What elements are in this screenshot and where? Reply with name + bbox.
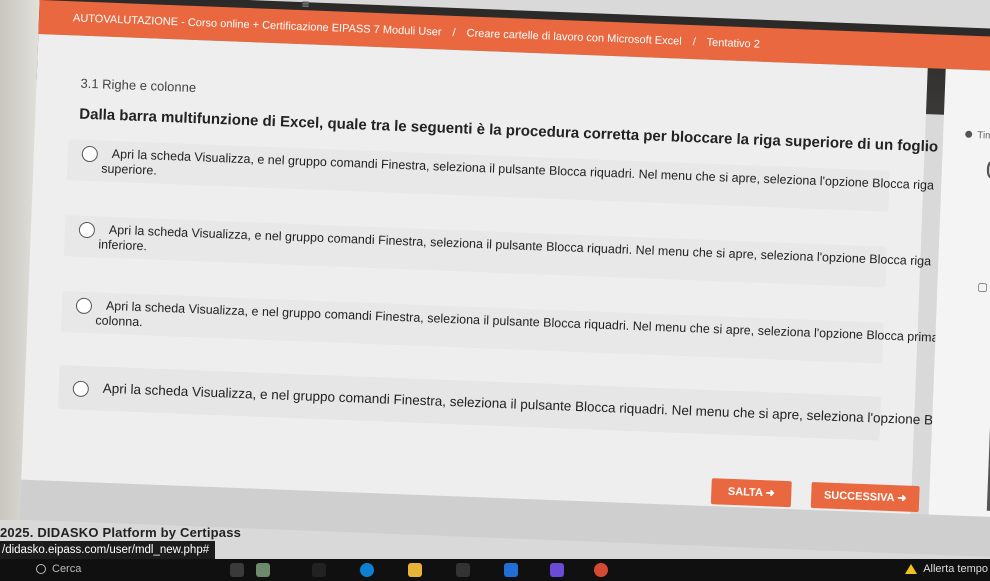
page-widget[interactable]: ▢ W <box>977 280 990 294</box>
edge-browser-icon[interactable] <box>360 563 374 577</box>
answer-option-4[interactable]: Apri la scheda Visualizza, e nel gruppo … <box>58 365 990 441</box>
breadcrumb-activity[interactable]: Creare cartelle di lavoro con Microsoft … <box>466 27 682 47</box>
arrow-right-icon: ➜ <box>765 487 775 500</box>
answer-option-2[interactable]: Apri la scheda Visualizza, e nel gruppo … <box>63 215 931 288</box>
breadcrumb-course[interactable]: AUTOVALUTAZIONE - Corso online + Certifi… <box>73 12 442 38</box>
skip-label: SALTA <box>727 485 763 500</box>
chrome-icon[interactable] <box>594 563 608 577</box>
search-icon <box>36 564 46 575</box>
taskbar-search[interactable]: Cerca <box>36 563 81 575</box>
answer-option-1[interactable]: Apri la scheda Visualizza, e nel gruppo … <box>66 139 934 212</box>
status-url: /didasko.eipass.com/user/mdl_new.php# <box>0 541 216 559</box>
radio-button[interactable] <box>81 145 99 163</box>
taskbar-alert-text: Allerta tempo <box>923 563 988 575</box>
timer-label-text: Timer ses <box>976 130 990 143</box>
skip-button[interactable]: SALTA ➜ <box>710 478 792 508</box>
breadcrumb-attempt: Tentativo 2 <box>706 36 761 51</box>
browser-page: ≡ AUTOVALUTAZIONE - Corso online + Certi… <box>19 0 990 558</box>
timer-value: 0 <box>985 154 990 185</box>
next-button[interactable]: SUCCESSIVA ➜ <box>810 481 920 513</box>
page-icon: ▢ <box>977 281 988 294</box>
weather-icon[interactable] <box>256 563 270 577</box>
taskbar-search-label: Cerca <box>52 563 82 575</box>
section-title: 3.1 Righe e colonne <box>80 75 197 96</box>
file-explorer-icon[interactable] <box>408 563 422 577</box>
breadcrumb-separator: / <box>692 36 697 49</box>
timer-label: Timer ses <box>965 130 990 143</box>
mail-icon[interactable] <box>504 563 518 577</box>
taskbar-alert[interactable]: Allerta tempo <box>905 563 988 575</box>
breadcrumb-separator: / <box>452 26 456 39</box>
timer-icon <box>965 130 973 138</box>
copilot-icon[interactable] <box>550 563 564 577</box>
taskbar: Cerca Allerta tempo <box>0 559 990 581</box>
next-label: SUCCESSIVA <box>823 489 895 505</box>
radio-button[interactable] <box>72 380 90 398</box>
widgets-icon[interactable] <box>230 563 244 577</box>
answer-text: Apri la scheda Visualizza, e nel gruppo … <box>102 380 990 431</box>
radio-button[interactable] <box>78 221 96 239</box>
task-view-icon[interactable] <box>312 563 326 577</box>
footer-copyright[interactable]: 2025. DIDASKO Platform by Certipass <box>0 525 241 540</box>
store-icon[interactable] <box>456 563 470 577</box>
answer-option-3[interactable]: Apri la scheda Visualizza, e nel gruppo … <box>60 291 939 364</box>
radio-button[interactable] <box>75 297 93 315</box>
quiz-content: 3.1 Righe e colonne Dalla barra multifun… <box>20 33 990 538</box>
warning-icon <box>905 564 918 575</box>
arrow-right-icon: ➜ <box>897 492 907 505</box>
